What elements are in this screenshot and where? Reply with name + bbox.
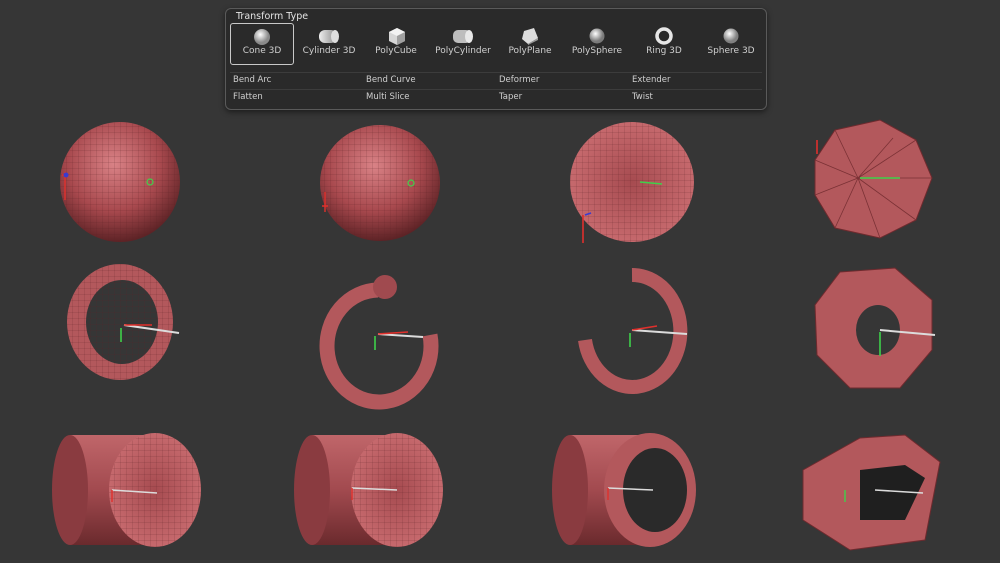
transform-type-panel: Transform Type Cone 3D Cylinder 3D PolyC… — [225, 8, 767, 110]
deformer-flatten[interactable]: Flatten — [233, 92, 263, 102]
sphere-model[interactable] — [60, 122, 180, 242]
cube-icon — [389, 28, 405, 45]
tool-row: Cone 3D Cylinder 3D PolyCube PolyCylinde… — [230, 23, 762, 67]
cylinder-model[interactable] — [52, 433, 201, 547]
tool-label: Sphere 3D — [707, 46, 755, 56]
tube-model[interactable] — [552, 433, 696, 547]
polyplane-icon — [522, 28, 538, 45]
deformer-bend-arc[interactable]: Bend Arc — [233, 75, 271, 85]
tool-label: Cone 3D — [242, 46, 282, 56]
deformer-extender[interactable]: Extender — [632, 75, 670, 85]
tool-polysphere[interactable]: PolySphere — [565, 23, 629, 65]
tool-label: Ring 3D — [646, 46, 682, 56]
tool-ring-3d[interactable]: Ring 3D — [632, 23, 696, 65]
deformer-multi-slice[interactable]: Multi Slice — [366, 92, 410, 102]
cylinder-face-model[interactable] — [570, 122, 694, 243]
tool-cylinder-3d[interactable]: Cylinder 3D — [297, 23, 361, 65]
deformer-row: Flatten Multi Slice Taper Twist — [230, 89, 762, 106]
deformer-taper[interactable]: Taper — [499, 92, 522, 102]
panel-title: Transform Type — [236, 11, 309, 22]
tool-label: PolyCylinder — [435, 46, 491, 56]
tool-label: Cylinder 3D — [302, 46, 356, 56]
deformer-deformer[interactable]: Deformer — [499, 75, 539, 85]
deformer-twist[interactable]: Twist — [632, 92, 653, 102]
deformer-row: Bend Arc Bend Curve Deformer Extender — [230, 72, 762, 89]
tool-sphere-3d[interactable]: Sphere 3D — [699, 23, 763, 65]
polygon-tube-model[interactable] — [802, 434, 941, 551]
tool-label: PolyPlane — [508, 46, 552, 56]
tool-cone-3d[interactable]: Cone 3D — [230, 23, 294, 65]
tool-polycylinder[interactable]: PolyCylinder — [431, 23, 495, 65]
cylinder-model[interactable] — [294, 433, 443, 547]
ring-icon — [655, 27, 673, 45]
polygon-cylinder-model[interactable] — [814, 119, 933, 239]
cone-icon — [254, 29, 270, 45]
deformer-list: Bend Arc Bend Curve Deformer Extender Fl… — [230, 72, 762, 106]
tool-label: PolyCube — [375, 46, 417, 56]
sphere3d-icon — [723, 28, 739, 44]
deformer-bend-curve[interactable]: Bend Curve — [366, 75, 416, 85]
polycylinder-icon — [453, 30, 473, 43]
polygon-ring-model[interactable] — [814, 267, 936, 389]
sphere-icon — [589, 28, 605, 44]
tool-polyplane[interactable]: PolyPlane — [498, 23, 562, 65]
ring-model[interactable] — [578, 267, 688, 394]
tool-label: PolySphere — [571, 46, 623, 56]
ring-model[interactable] — [67, 264, 180, 380]
sphere-model[interactable] — [320, 125, 440, 241]
cylinder-icon — [319, 30, 339, 43]
tool-polycube[interactable]: PolyCube — [364, 23, 428, 65]
ring-model[interactable] — [319, 275, 439, 410]
viewport-canvas[interactable] — [0, 110, 1000, 563]
